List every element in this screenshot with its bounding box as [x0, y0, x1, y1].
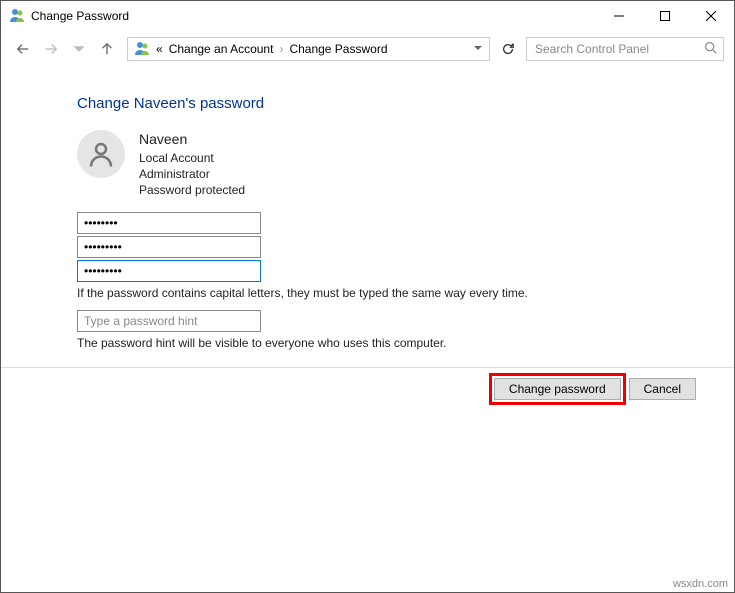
breadcrumb-item[interactable]: Change an Account [169, 42, 274, 56]
page-title: Change Naveen's password [77, 95, 734, 112]
confirm-password-field[interactable] [77, 260, 261, 282]
user-accounts-icon [134, 40, 150, 59]
search-input[interactable] [533, 41, 693, 57]
minimize-button[interactable] [596, 1, 642, 31]
watermark: wsxdn.com [673, 578, 728, 590]
user-summary: Naveen Local Account Administrator Passw… [77, 130, 734, 198]
forward-button[interactable] [39, 37, 63, 61]
window-title: Change Password [31, 9, 129, 23]
window: Change Password « Change an Account › Ch… [0, 0, 735, 593]
titlebar: Change Password [1, 1, 734, 31]
up-button[interactable] [95, 37, 119, 61]
change-password-button[interactable]: Change password [494, 378, 621, 400]
cancel-button[interactable]: Cancel [629, 378, 696, 400]
password-caps-hint: If the password contains capital letters… [77, 286, 734, 300]
user-name: Naveen [139, 130, 245, 149]
search-box[interactable] [526, 37, 724, 61]
user-info: Naveen Local Account Administrator Passw… [139, 130, 245, 198]
footer: Change password Cancel [1, 367, 734, 400]
chevron-right-icon: › [279, 42, 283, 56]
window-controls [596, 1, 734, 31]
current-password-field[interactable] [77, 212, 261, 234]
breadcrumb-item[interactable]: Change Password [289, 42, 387, 56]
address-bar[interactable]: « Change an Account › Change Password [127, 37, 490, 61]
breadcrumb-prefix: « [156, 42, 163, 56]
chevron-down-icon[interactable] [473, 42, 483, 56]
user-type: Local Account [139, 150, 245, 166]
user-role: Administrator [139, 166, 245, 182]
user-status: Password protected [139, 182, 245, 198]
password-hint-field[interactable] [77, 310, 261, 332]
new-password-field[interactable] [77, 236, 261, 258]
refresh-button[interactable] [494, 37, 522, 61]
content: Change Naveen's password Naveen Local Ac… [1, 67, 734, 350]
maximize-button[interactable] [642, 1, 688, 31]
titlebar-left: Change Password [9, 7, 129, 26]
password-hint-note: The password hint will be visible to eve… [77, 336, 734, 350]
navbar: « Change an Account › Change Password [1, 31, 734, 67]
user-accounts-icon [9, 7, 25, 26]
back-button[interactable] [11, 37, 35, 61]
avatar [77, 130, 125, 178]
recent-dropdown[interactable] [67, 37, 91, 61]
search-icon [704, 41, 717, 57]
close-button[interactable] [688, 1, 734, 31]
